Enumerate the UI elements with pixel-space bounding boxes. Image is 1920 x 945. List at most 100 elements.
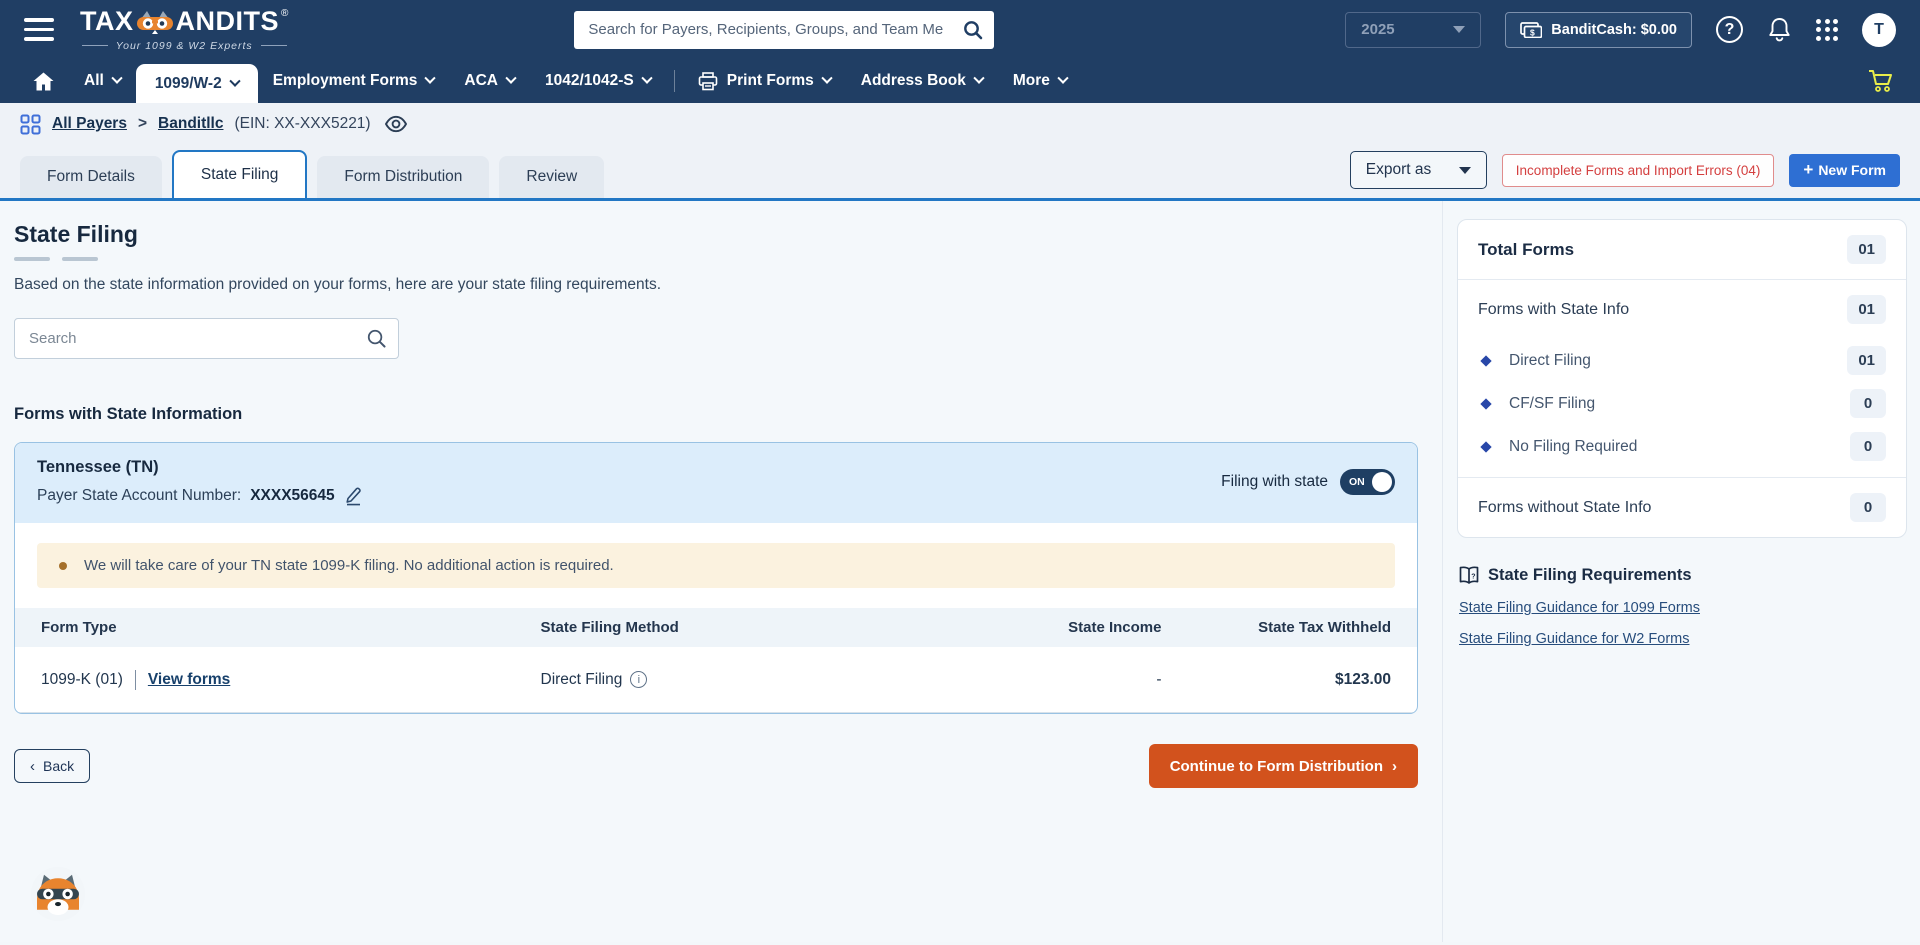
nav-1099-w2[interactable]: 1099/W-2 [136,64,258,103]
export-as-label: Export as [1366,161,1431,179]
new-form-label: New Form [1818,162,1886,178]
nav-print-forms-label: Print Forms [727,72,814,90]
chevron-down-icon [229,75,240,86]
top-bar: TAX ANDITS ® Your 1099 & W2 Experts [0,0,1920,59]
home-icon [33,72,54,91]
nav-aca[interactable]: ACA [449,59,530,103]
state-card-header: Tennessee (TN) Payer State Account Numbe… [15,443,1417,523]
toggle-on-label: ON [1349,476,1365,488]
chevron-down-icon [821,73,832,84]
separator [135,670,136,690]
tab-form-details[interactable]: Form Details [20,156,162,198]
user-avatar[interactable]: T [1862,13,1896,47]
cash-icon: $ [1520,22,1542,38]
chevron-down-icon [973,73,984,84]
help-icon[interactable]: ? [1716,16,1743,43]
nav-employment-forms-label: Employment Forms [273,72,418,90]
edit-pencil-icon[interactable] [344,486,363,506]
global-search [574,11,994,49]
chevron-down-icon [111,73,122,84]
search-icon[interactable] [366,328,387,349]
tab-review[interactable]: Review [499,156,604,198]
total-forms-label: Total Forms [1478,240,1574,260]
diamond-bullet-icon [1480,355,1491,366]
export-as-button[interactable]: Export as [1350,151,1487,189]
eye-icon[interactable] [384,115,408,133]
footer-actions: ‹ Back Continue to Form Distribution › [14,744,1418,788]
hamburger-menu-icon[interactable] [24,18,54,41]
page-description: Based on the state information provided … [14,276,1442,294]
col-state-tax-withheld: State Tax Withheld [1162,619,1392,636]
state-card-tennessee: Tennessee (TN) Payer State Account Numbe… [14,442,1418,714]
nav-employment-forms[interactable]: Employment Forms [258,59,450,103]
summary-sidebar: Total Forms 01 Forms with State Info 01 … [1443,201,1920,942]
nav-address-book[interactable]: Address Book [846,59,998,103]
state-filing-section: State Filing Based on the state informat… [0,201,1443,942]
nav-all[interactable]: All [69,59,136,103]
tab-review-label: Review [526,168,577,186]
raccoon-mascot-icon [30,866,86,922]
requirements-title-label: State Filing Requirements [1488,566,1692,585]
list-item-direct-filing: Direct Filing 01 [1458,339,1906,382]
banditcash-button[interactable]: $ BanditCash: $0.00 [1505,12,1692,48]
nav-home[interactable] [18,59,69,103]
breadcrumb-all-payers[interactable]: All Payers [52,115,127,133]
book-question-icon: ? [1459,566,1479,585]
tab-state-filing[interactable]: State Filing [172,150,308,198]
tab-form-distribution[interactable]: Form Distribution [317,156,489,198]
chevron-right-icon: › [1392,758,1397,775]
state-search-input[interactable] [14,318,399,359]
chat-mascot-widget[interactable] [30,866,86,922]
list-item-no-filing-required: No Filing Required 0 [1458,425,1906,477]
state-name: Tennessee (TN) [37,458,363,477]
toggle-knob [1372,472,1392,492]
nav-print-forms[interactable]: Print Forms [683,59,846,103]
direct-filing-label: Direct Filing [1509,352,1591,370]
breadcrumb-payer-name[interactable]: Banditllc [158,115,223,133]
banditcash-label: BanditCash: $0.00 [1551,22,1677,38]
notifications-bell-icon[interactable] [1767,16,1792,43]
nav-more[interactable]: More [998,59,1082,103]
tab-form-distribution-label: Form Distribution [344,168,462,186]
logo-registered-mark: ® [281,8,288,19]
taxbandits-logo[interactable]: TAX ANDITS ® Your 1099 & W2 Experts [80,8,288,52]
chevron-down-icon [1453,26,1465,33]
filing-with-state-toggle[interactable]: ON [1340,469,1395,495]
svg-text:$: $ [1530,27,1535,37]
tax-year-value: 2025 [1361,21,1394,38]
cart-button[interactable] [1868,59,1902,103]
total-forms-count: 01 [1847,235,1886,264]
view-forms-link[interactable]: View forms [148,671,230,689]
form-type-value: 1099-K (01) [41,671,123,689]
plus-icon: + [1803,160,1813,180]
bullet-dot-icon [59,562,67,570]
diamond-bullet-icon [1480,398,1491,409]
filing-with-state-label: Filing with state [1221,473,1328,491]
search-icon[interactable] [962,19,984,41]
tax-year-dropdown[interactable]: 2025 [1345,12,1481,48]
guidance-1099-link[interactable]: State Filing Guidance for 1099 Forms [1459,600,1700,616]
incomplete-forms-button[interactable]: Incomplete Forms and Import Errors (04) [1502,154,1775,187]
direct-filing-count: 01 [1847,346,1886,375]
bandit-mask-icon [135,10,175,37]
apps-grid-icon[interactable] [1816,19,1838,41]
breadcrumb-separator: > [138,115,147,133]
back-button[interactable]: ‹ Back [14,749,90,783]
nav-1042[interactable]: 1042/1042-S [530,59,666,103]
nav-1099-w2-label: 1099/W-2 [155,75,222,93]
new-form-button[interactable]: + New Form [1789,154,1900,187]
global-search-input[interactable] [574,11,994,49]
page-title: State Filing [14,221,1442,248]
state-tax-withheld-value: $123.00 [1162,671,1392,689]
forms-with-state-info-label: Forms with State Info [1478,301,1629,319]
continue-label: Continue to Form Distribution [1170,758,1383,775]
nav-1042-label: 1042/1042-S [545,72,634,90]
col-state-income: State Income [838,619,1162,636]
continue-to-form-distribution-button[interactable]: Continue to Form Distribution › [1149,744,1418,788]
title-underline-decoration [14,257,1442,261]
info-icon[interactable]: i [630,671,647,688]
col-filing-method: State Filing Method [541,619,838,636]
chevron-left-icon: ‹ [30,758,35,775]
guidance-w2-link[interactable]: State Filing Guidance for W2 Forms [1459,631,1689,647]
no-filing-required-count: 0 [1850,432,1886,461]
